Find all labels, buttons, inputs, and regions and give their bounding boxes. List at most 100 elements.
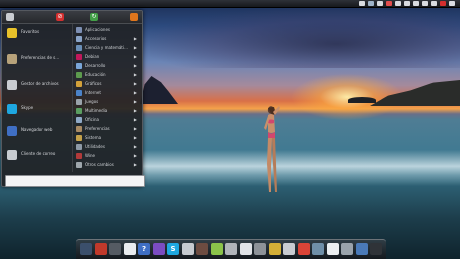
wallpaper-clouds (150, 8, 460, 68)
photo-icon[interactable] (312, 243, 324, 255)
category-item-label: Juegos (85, 99, 99, 104)
category-item-label: Multimedia (85, 108, 108, 113)
category-item[interactable]: Educación ▶ (75, 71, 139, 79)
text-editor-icon[interactable] (123, 243, 136, 255)
science-icon (76, 45, 82, 51)
battery-icon[interactable] (413, 1, 419, 6)
favorite-item[interactable]: Preferencias de s… (4, 52, 70, 66)
system-icon (76, 135, 82, 141)
menu-no-entry-icon[interactable]: ⊘ (56, 13, 64, 21)
top-panel (0, 0, 460, 8)
volume-icon[interactable] (404, 1, 410, 6)
category-item-label: Educación (85, 72, 106, 77)
wallpaper-island (348, 97, 376, 103)
folder-icon[interactable] (225, 243, 237, 255)
category-item[interactable]: Accesorios ▶ (75, 35, 139, 43)
home-folder-icon[interactable] (254, 243, 266, 255)
photo-editor-icon[interactable] (196, 243, 208, 255)
web-browser-icon (7, 126, 17, 136)
submenu-arrow-icon: ▶ (133, 63, 137, 68)
category-item[interactable]: Ciencia y matemáti… ▶ (75, 44, 139, 52)
menu-search-input[interactable] (5, 175, 145, 187)
image-viewer-icon[interactable] (181, 243, 194, 255)
submenu-arrow-icon: ▶ (133, 45, 137, 50)
wallpaper-sun (292, 74, 402, 120)
clock-icon[interactable] (422, 1, 428, 6)
calculator-icon[interactable] (283, 243, 295, 255)
power-icon[interactable] (449, 1, 455, 6)
favorite-item[interactable]: Skype (4, 102, 70, 116)
search-tool-icon[interactable] (239, 243, 252, 255)
terminal-icon[interactable] (368, 1, 374, 6)
submenu-arrow-icon: ▶ (133, 36, 137, 41)
file-icon[interactable] (341, 243, 353, 255)
favorite-item[interactable]: Favoritos (4, 26, 70, 40)
share-icon[interactable] (377, 1, 383, 6)
others-icon (76, 162, 82, 168)
skype-icon (7, 104, 17, 114)
favorite-item[interactable]: Gestor de archivos (4, 78, 70, 92)
multimedia-icon (76, 108, 82, 114)
monitor-icon[interactable] (370, 243, 382, 255)
menu-update-icon[interactable]: ↻ (90, 13, 98, 21)
network-icon[interactable] (359, 1, 365, 6)
games-icon (76, 99, 82, 105)
favorite-item[interactable]: Navegador web (4, 124, 70, 138)
category-item-label: Accesorios (85, 36, 107, 41)
category-item[interactable]: Gráficos ▶ (75, 80, 139, 88)
category-item[interactable]: Sistema ▶ (75, 134, 139, 142)
menu-firefox-icon[interactable] (130, 13, 138, 21)
category-item[interactable]: Wine ▶ (75, 152, 139, 160)
application-menu: ⊘ ↻ Favoritos Preferencias de s… Gestor de … (1, 10, 145, 187)
category-item[interactable]: Internet ▶ (75, 89, 139, 97)
category-item-label: Preferencias (85, 126, 110, 131)
favorite-item-label: Preferencias de s… (21, 55, 60, 60)
favorite-item-label: Cliente de correo (21, 151, 56, 156)
category-item-label: Desarrollo (85, 63, 106, 68)
category-item-label: Otros cambios (85, 162, 114, 167)
category-item[interactable]: Debian ▶ (75, 53, 139, 61)
desktop-icon[interactable] (80, 243, 92, 255)
display-icon[interactable] (268, 243, 281, 255)
utilities-icon (76, 144, 82, 150)
submenu-arrow-icon: ▶ (133, 90, 137, 95)
category-item[interactable]: Oficina ▶ (75, 116, 139, 124)
screenshot-tool-icon[interactable] (109, 243, 121, 255)
favorite-item[interactable]: Cliente de correo (4, 148, 70, 162)
submenu-arrow-icon: ▶ (133, 54, 137, 59)
applications-icon (76, 27, 82, 33)
help-icon[interactable]: ? (138, 243, 150, 255)
wallpaper-rock (140, 76, 178, 104)
category-item[interactable]: Juegos ▶ (75, 98, 139, 106)
submenu-arrow-icon: ▶ (133, 72, 137, 77)
submenu-arrow-icon: ▶ (133, 126, 137, 131)
block-tray-icon[interactable] (440, 1, 446, 6)
submenu-arrow-icon: ▶ (133, 144, 137, 149)
tools-icon (7, 54, 17, 64)
wallpaper-surf (142, 150, 460, 186)
wallpaper-figure (264, 106, 280, 192)
chat-icon[interactable] (386, 1, 392, 6)
category-item-label: Ciencia y matemáti… (85, 45, 128, 50)
flag-icon[interactable] (395, 1, 401, 6)
submenu-arrow-icon: ▶ (133, 108, 137, 113)
category-item[interactable]: Desarrollo ▶ (75, 62, 139, 70)
desktop: ⊘ ↻ Favoritos Preferencias de s… Gestor de … (0, 0, 460, 259)
chrome-icon[interactable] (297, 243, 310, 255)
category-item[interactable]: Multimedia ▶ (75, 107, 139, 115)
android-icon[interactable] (210, 243, 223, 255)
applications-dock-icon[interactable] (94, 243, 107, 255)
menu-home-icon[interactable] (6, 13, 14, 21)
category-item[interactable]: Preferencias ▶ (75, 125, 139, 133)
submenu-arrow-icon: ▶ (133, 117, 137, 122)
chat-client-icon[interactable] (152, 243, 165, 255)
debian-icon (76, 54, 82, 60)
category-item[interactable]: Otros cambios ▶ (75, 161, 139, 169)
category-item-label: Utilidades (85, 144, 105, 149)
skype-dock-icon[interactable]: S (167, 243, 179, 255)
category-item[interactable]: Aplicaciones (75, 26, 139, 34)
blender-icon[interactable] (355, 243, 368, 255)
category-item[interactable]: Utilidades ▶ (75, 143, 139, 151)
mail-tray-icon[interactable] (431, 1, 437, 6)
notes-icon[interactable] (326, 243, 339, 255)
